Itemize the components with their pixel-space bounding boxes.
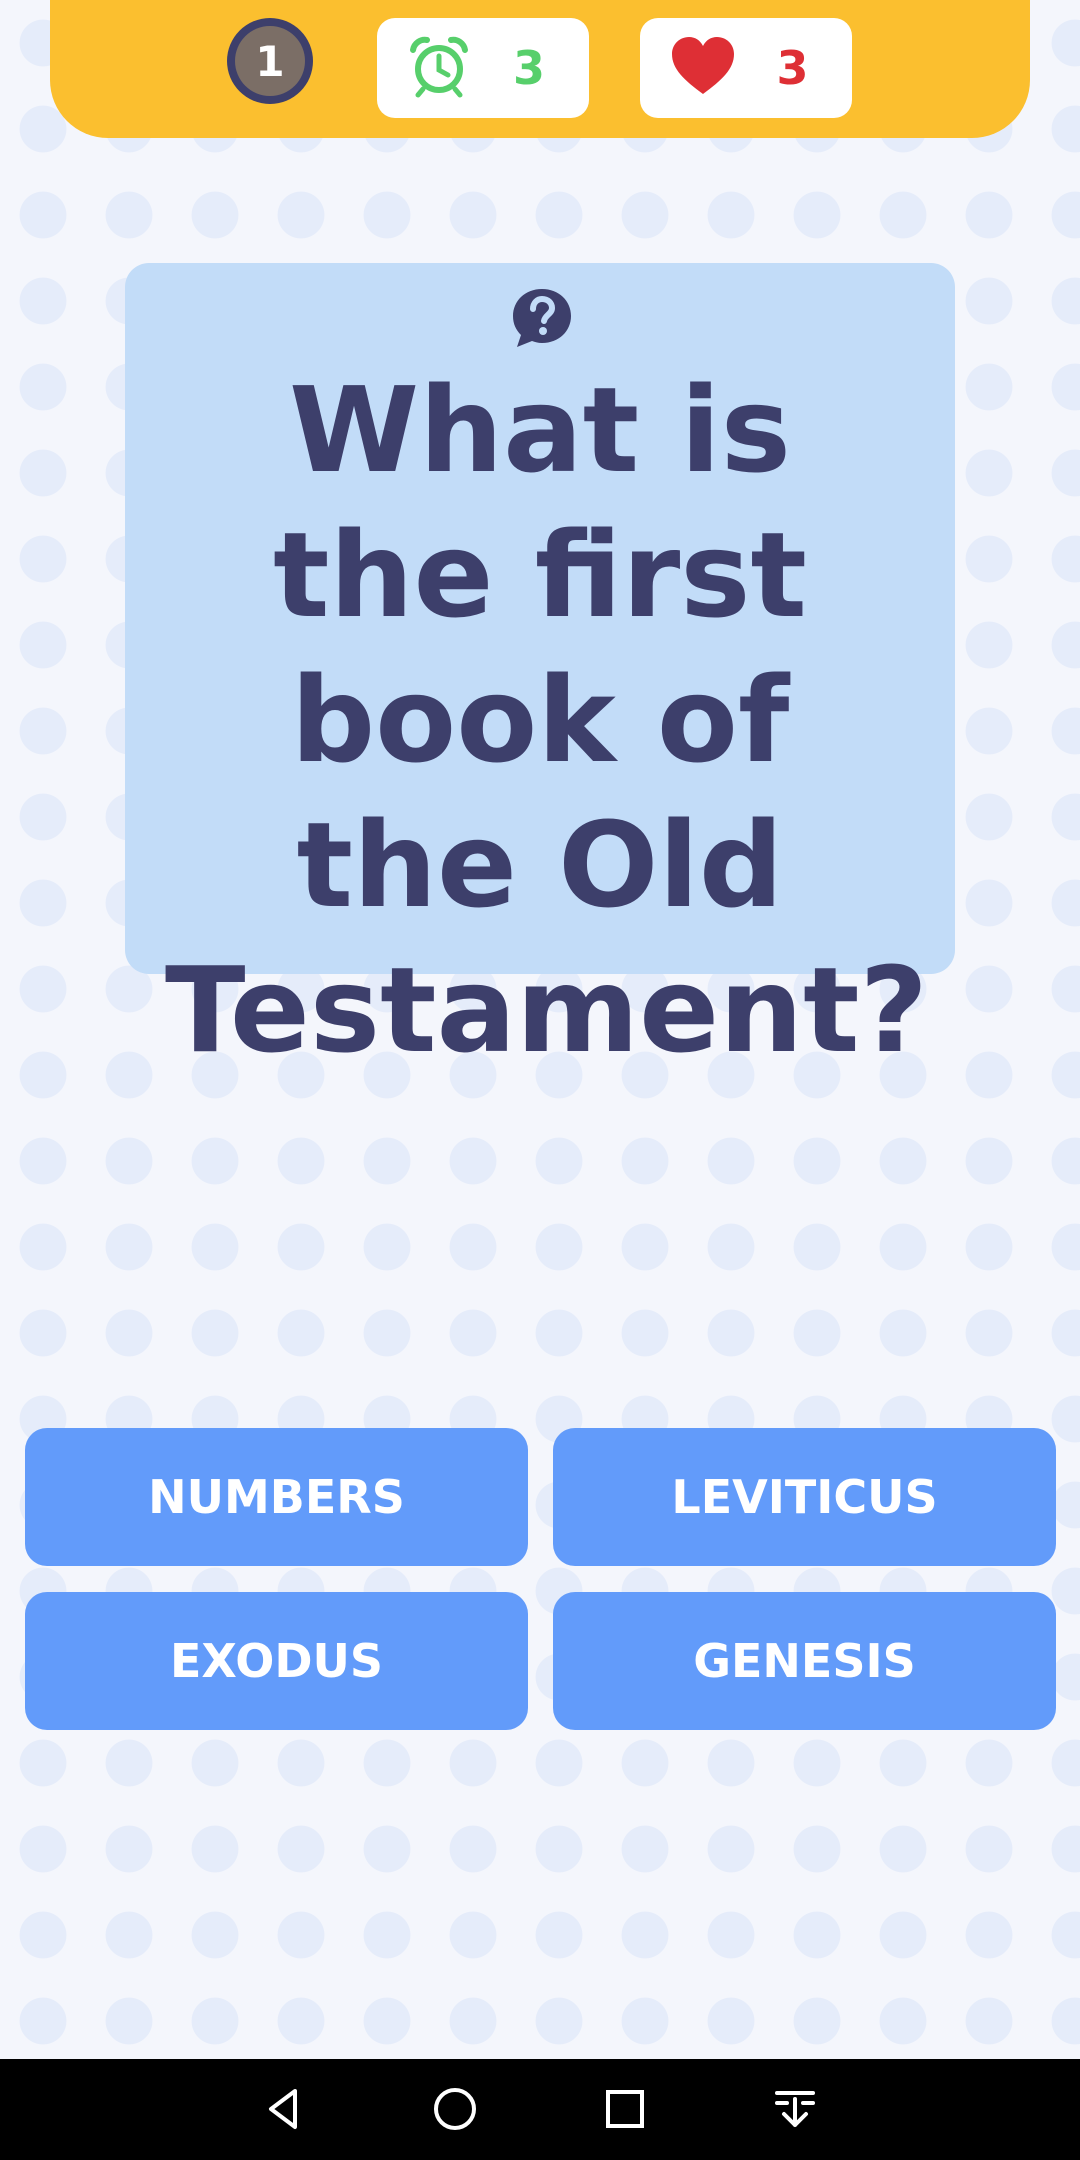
answer-button-1[interactable]: NUMBERS bbox=[25, 1428, 528, 1566]
alarm-clock-icon bbox=[407, 34, 471, 102]
timer-value: 3 bbox=[512, 41, 545, 95]
level-badge: 1 bbox=[227, 18, 313, 104]
notifications-pull-icon[interactable] bbox=[765, 2079, 825, 2139]
header-bar: 1 3 3 bbox=[50, 0, 1030, 138]
back-icon[interactable] bbox=[255, 2079, 315, 2139]
answer-button-3[interactable]: EXODUS bbox=[25, 1592, 528, 1730]
question-bubble-icon bbox=[510, 286, 574, 350]
lives-box: 3 bbox=[640, 18, 852, 118]
recents-icon[interactable] bbox=[595, 2079, 655, 2139]
home-icon[interactable] bbox=[425, 2079, 485, 2139]
timer-box: 3 bbox=[377, 18, 589, 118]
level-number: 1 bbox=[235, 26, 305, 96]
question-card: What is the first book of the Old Testam… bbox=[125, 263, 955, 1079]
question-text: What is the first book of the Old Testam… bbox=[165, 361, 928, 1079]
lives-value: 3 bbox=[776, 41, 809, 95]
answer-button-2[interactable]: LEVITICUS bbox=[553, 1428, 1056, 1566]
answer-button-4[interactable]: GENESIS bbox=[553, 1592, 1056, 1730]
heart-icon bbox=[670, 36, 736, 100]
system-nav-bar bbox=[0, 2059, 1080, 2160]
